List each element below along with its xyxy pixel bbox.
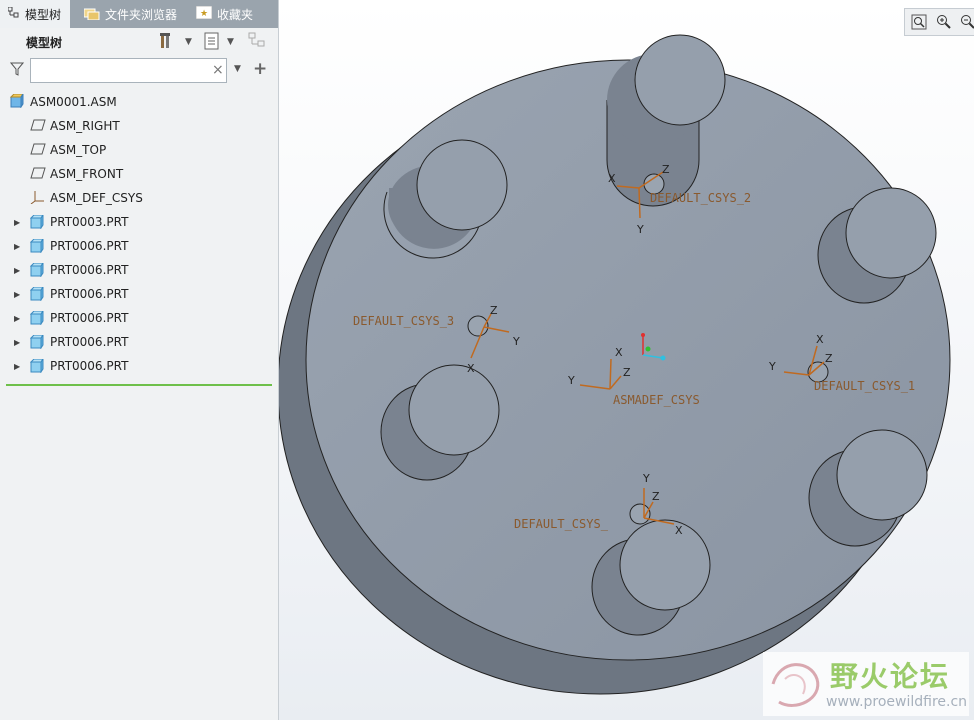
axis-y-label: Y [567,374,575,387]
part-icon [29,237,44,256]
tree-item-asm-right[interactable]: ASM_RIGHT [30,114,120,138]
search-dropdown-icon[interactable]: ▼ [234,64,241,74]
watermark-url: www.proewildfire.cn [826,694,968,710]
expand-arrow-icon[interactable]: ▶ [14,362,20,371]
csys-label-1: DEFAULT_CSYS_1 [814,379,915,393]
panel-tabs: 模型树 文件夹浏览器 ★ 收藏夹 [0,0,278,28]
tree-item-label: PRT0003.PRT [50,215,129,229]
axis-z-label: Z [652,490,660,503]
favorites-icon: ★ [195,5,213,22]
expand-arrow-icon[interactable]: ▶ [14,338,20,347]
part-icon [29,333,44,352]
watermark-logo-icon [771,663,820,707]
tree-item-label: ASM_TOP [50,143,107,157]
axis-x-label: X [816,333,824,346]
tree-item-asm0001[interactable]: ASM0001.ASM [9,90,117,114]
csys-label-4: DEFAULT_CSYS_ [514,517,609,531]
axis-z-label: Z [490,304,498,317]
part-icon [29,261,44,280]
show-options-icon[interactable] [204,32,220,54]
part-icon [29,309,44,328]
csys-label-2: DEFAULT_CSYS_2 [650,191,751,205]
axis-y-label: Y [636,223,644,236]
part-icon [29,357,44,376]
tree-item-asm-front[interactable]: ASM_FRONT [30,162,123,186]
assembly-icon [9,91,24,111]
csys-label-3: DEFAULT_CSYS_3 [353,314,454,328]
expand-arrow-icon[interactable]: ▶ [14,290,20,299]
expand-arrow-icon[interactable]: ▶ [14,242,20,251]
tree-item-prt0006[interactable]: ▶ PRT0006.PRT [0,354,278,378]
clear-search-icon[interactable]: × [212,62,224,78]
tree-item-prt0006[interactable]: ▶ PRT0006.PRT [0,282,278,306]
filter-icon[interactable] [9,62,25,79]
tree-item-asm-top[interactable]: ASM_TOP [30,138,106,162]
axis-y-label: Y [768,360,776,373]
tree-title: 模型树 [26,36,63,50]
settings-tools-icon[interactable] [160,32,178,54]
tree-filter-disabled-icon[interactable] [248,32,268,54]
tree-item-label: PRT0006.PRT [50,311,129,325]
tab-folder-browser[interactable]: 文件夹浏览器 [80,0,177,28]
watermark-name: 野火论坛 [830,660,951,693]
axis-x-label: X [467,362,475,375]
tab-model-tree-label: 模型树 [25,7,62,22]
tree-item-prt0006[interactable]: ▶ PRT0006.PRT [0,306,278,330]
axis-z-label: Z [623,366,631,379]
axis-x-label: X [608,172,616,185]
axis-z-label: Z [825,352,833,365]
zoom-in-icon[interactable] [936,14,952,34]
model-tree-panel: 模型树 文件夹浏览器 ★ 收藏夹 模型树 ▼ ▼ × ▼ + ASM0001.A… [0,0,279,720]
tree-item-prt0006[interactable]: ▶ PRT0006.PRT [0,258,278,282]
csys-icon [30,190,46,207]
axis-y-label: Y [512,335,520,348]
show-dropdown-icon[interactable]: ▼ [227,37,234,47]
tree-item-label: PRT0006.PRT [50,359,129,373]
tab-favorites-label: 收藏夹 [217,7,254,22]
axis-x-label: X [615,346,623,359]
part-icon [29,285,44,304]
settings-dropdown-icon[interactable]: ▼ [185,37,192,47]
expand-arrow-icon[interactable]: ▶ [14,314,20,323]
tree-item-asm-def-csys[interactable]: ASM_DEF_CSYS [30,186,143,210]
tree-item-label: ASM_FRONT [50,167,124,181]
tree-item-label: ASM_DEF_CSYS [50,191,143,205]
axis-x-label: X [675,524,683,537]
expand-arrow-icon[interactable]: ▶ [14,218,20,227]
assembly-model-view[interactable]: X Y Z DEFAULT_CSYS_2 Y X Z DEFAULT_CSYS_… [279,0,974,720]
tree-item-prt0006[interactable]: ▶ PRT0006.PRT [0,234,278,258]
folder-browser-icon [83,6,100,23]
csys-label-center: ASMADEF_CSYS [613,393,700,407]
tab-folder-browser-label: 文件夹浏览器 [105,7,178,22]
tree-item-label: PRT0006.PRT [50,239,129,253]
axis-y-label: Y [642,472,650,485]
tree-item-label: PRT0006.PRT [50,287,129,301]
tree-item-label: PRT0006.PRT [50,335,129,349]
tree-end-separator [6,384,272,386]
tree-item-prt0003[interactable]: ▶ PRT0003.PRT [0,210,278,234]
zoom-out-icon[interactable] [960,14,974,34]
axis-z-label: Z [662,163,670,176]
tree-item-label: ASM0001.ASM [30,95,117,109]
datum-plane-icon [30,167,46,182]
refit-icon[interactable] [911,14,927,34]
tree-item-prt0006[interactable]: ▶ PRT0006.PRT [0,330,278,354]
datum-plane-icon [30,143,46,158]
add-icon[interactable]: + [253,59,267,79]
svg-text:★: ★ [200,9,208,19]
tab-model-tree[interactable]: 模型树 [0,0,70,28]
search-input[interactable] [30,58,227,83]
datum-plane-icon [30,119,46,134]
tree-item-label: ASM_RIGHT [50,119,120,133]
expand-arrow-icon[interactable]: ▶ [14,266,20,275]
part-icon [29,213,44,232]
tree-item-label: PRT0006.PRT [50,263,129,277]
model-tree-icon [7,6,20,22]
tab-favorites[interactable]: ★ 收藏夹 [192,0,253,28]
